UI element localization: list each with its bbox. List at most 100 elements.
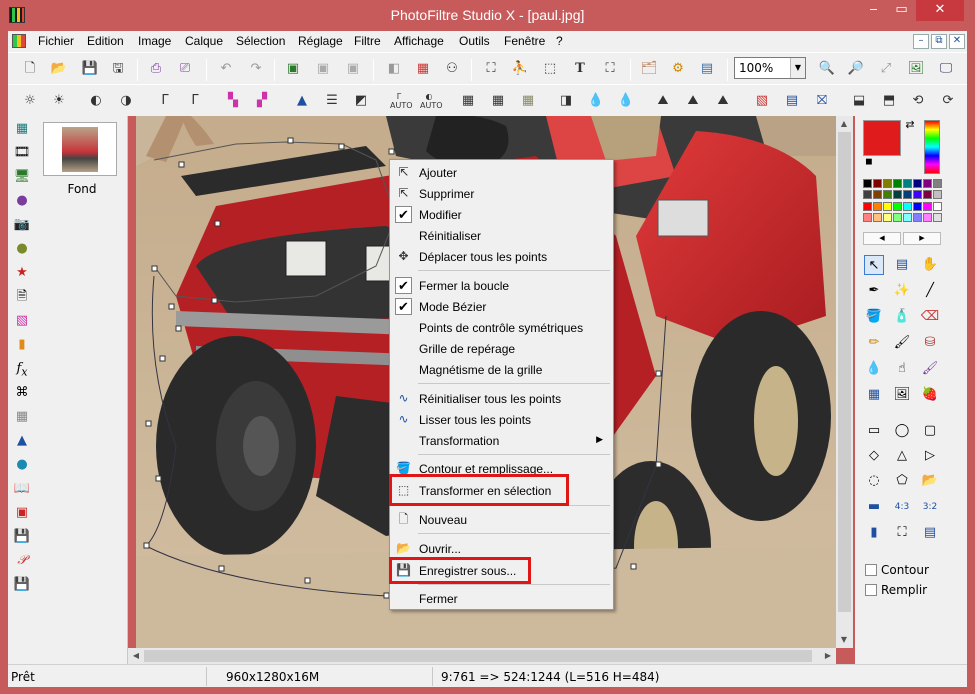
mosaic-icon[interactable]: ▦ [459,92,477,110]
document-icon[interactable] [12,34,26,48]
zoom-in-icon[interactable]: 🔍 [818,60,836,78]
invert-icon[interactable]: ◩ [352,92,370,110]
contrast-minus-icon[interactable]: ◐ [87,92,105,110]
undo-icon[interactable]: ↶ [217,60,235,78]
zoom-select[interactable]: 100% ▼ [734,57,806,79]
vertical-scrollbar[interactable]: ▲ ▼ [836,116,853,648]
blur-drop-icon[interactable]: 💧 [864,359,884,379]
pointer-tool-icon[interactable]: ↖ [864,255,884,275]
menu-image[interactable]: Image [138,34,171,48]
crop-icon[interactable]: ⛶ [601,60,619,78]
horizontal-scroll-thumb[interactable] [144,650,812,662]
redo-icon[interactable]: ↷ [247,60,265,78]
fullscreen-icon[interactable]: 🖵 [937,60,955,78]
swap-colors-icon[interactable]: ⇄ [903,118,917,132]
contour-checkbox[interactable] [865,564,877,576]
arrow-shape-icon[interactable]: ▷ [920,446,940,466]
ctx-item-ajouter[interactable]: ⇱ Ajouter [392,162,611,183]
gamma-minus-icon[interactable]: Γ [156,92,174,110]
scroll-right-icon[interactable]: ▶ [820,648,836,664]
mirror-v-icon[interactable]: ⬒ [880,92,898,110]
emboss-icon[interactable]: ⛰ [654,92,672,110]
menu-fenetre[interactable]: Fenêtre [504,34,545,48]
mdi-restore-button[interactable]: ⧉ [931,34,947,49]
auto-levels-icon[interactable]: Γ AUTO [390,92,413,110]
color-palette[interactable] [863,179,942,223]
window-icon[interactable]: ▤ [698,60,716,78]
fill-bucket-icon[interactable]: 🪣 [864,307,884,327]
texture-icon[interactable]: ▦ [519,92,537,110]
menu-fichier[interactable]: Fichier [38,34,74,48]
grid-tool-icon[interactable]: ▦ [13,408,31,426]
settings-icon[interactable]: ⚙ [669,60,687,78]
column-icon[interactable]: ▮ [864,523,884,543]
gradient-filter-icon[interactable]: ◨ [557,92,575,110]
scan-icon[interactable]: ⎚ [176,60,194,78]
ctx-item-deplacer[interactable]: ✥ Déplacer tous les points [392,246,611,267]
menu-edition[interactable]: Edition [87,34,124,48]
ctx-item-nouveau[interactable]: 🗋 Nouveau [392,509,611,530]
ctx-item-reinitialiser[interactable]: Réinitialiser [392,225,611,246]
saturation-plus-icon[interactable]: ▞ [253,92,271,110]
rectangle-shape-icon[interactable]: ▭ [864,421,884,441]
selection-tool-icon[interactable]: ⬚ [541,60,559,78]
auto-contrast-icon[interactable]: ◐ AUTO [420,92,443,110]
image-view-icon[interactable]: 🖼 [907,60,925,78]
chevron-down-icon[interactable]: ▼ [790,58,805,78]
menu-reglage[interactable]: Réglage [298,34,343,48]
scroll-left-icon[interactable]: ◀ [128,648,144,664]
layer-thumbnail[interactable] [43,122,117,176]
horizontal-scrollbar[interactable]: ◀ ▶ [128,648,836,664]
transform-icon[interactable]: ⛝ [813,92,831,110]
title-bar[interactable]: PhotoFiltre Studio X - [paul.jpg] ‒ ▭ ✕ [0,0,975,31]
monitor-icon[interactable]: 🖥 [13,168,31,186]
ratio-43-icon[interactable]: 4:3 [892,497,912,517]
mdi-close-button[interactable]: ✕ [949,34,965,49]
triangle-shape-icon[interactable]: △ [892,446,912,466]
menu-filtre[interactable]: Filtre [354,34,381,48]
function-icon[interactable]: fx [13,360,31,379]
script-icon[interactable]: 𝒫 [13,552,31,570]
mask-icon[interactable]: ⛶ [482,60,500,78]
ctx-item-mode-bezier[interactable]: ✔ Mode Bézier [392,296,611,317]
ctx-item-ouvrir[interactable]: 📂 Ouvrir... [392,538,611,559]
brush-icon[interactable]: 🖌 [892,333,912,353]
ctx-item-grille[interactable]: Grille de repérage [392,338,611,359]
scroll-up-icon[interactable]: ▲ [836,116,852,132]
finger-icon[interactable]: ☝ [892,359,912,379]
mirror-h-icon[interactable]: ⬓ [850,92,868,110]
palette-next-icon[interactable]: ▶ [903,232,941,245]
close-button[interactable]: ✕ [916,0,964,21]
ctx-item-reinit-points[interactable]: ∿ Réinitialiser tous les points [392,388,611,409]
saturation-minus-icon[interactable]: ▚ [224,92,242,110]
paste-new-icon[interactable]: ▣ [344,60,362,78]
frame-icon[interactable]: ▣ [13,504,31,522]
book-icon[interactable]: 📖 [13,480,31,498]
eraser-icon[interactable]: ⌫ [920,307,940,327]
color-spectrum[interactable] [924,120,940,174]
line-tool-icon[interactable]: ╱ [920,281,940,301]
color-balance-icon[interactable]: ▧ [753,92,771,110]
save-icon[interactable]: 💾 [81,60,99,78]
ctx-item-magnetisme[interactable]: Magnétisme de la grille [392,359,611,380]
copy-image-icon[interactable]: ▣ [284,60,302,78]
deform-icon[interactable]: ▦ [864,385,884,405]
menu-selection[interactable]: Sélection [236,34,285,48]
menu-affichage[interactable]: Affichage [394,34,444,48]
crop-frame-icon[interactable]: ⛶ [892,523,912,543]
ctx-item-transformation[interactable]: Transformation ▶ [392,430,611,451]
gradient-icon[interactable]: ▤ [783,92,801,110]
save-as-icon[interactable]: 🖫 [109,60,127,78]
ctx-item-lisser[interactable]: ∿ Lisser tous les points [392,409,611,430]
explorer-icon[interactable]: 🗂 [640,60,658,78]
print-icon[interactable]: ⎙ [147,60,165,78]
magic-wand-icon[interactable]: ✨ [892,281,912,301]
menu-calque[interactable]: Calque [185,34,223,48]
drop-icon[interactable]: 💧 [587,92,605,110]
rounded-rect-shape-icon[interactable]: ▢ [920,421,940,441]
menu-outils[interactable]: Outils [459,34,490,48]
gamma-plus-icon[interactable]: Γ [186,92,204,110]
transparency-icon[interactable]: ⚇ [443,60,461,78]
lasso-icon[interactable]: ◌ [864,471,884,491]
window-frame-icon[interactable]: ▤ [920,523,940,543]
